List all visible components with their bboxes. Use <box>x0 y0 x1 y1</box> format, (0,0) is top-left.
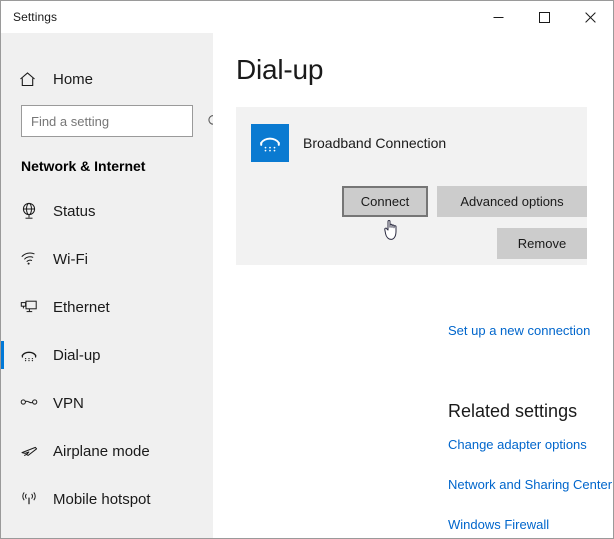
maximize-icon <box>539 12 550 23</box>
title-bar: Settings <box>1 1 613 33</box>
remove-button[interactable]: Remove <box>497 228 587 259</box>
sidebar-item-vpn[interactable]: VPN <box>1 379 213 427</box>
sidebar: Home Network & Internet <box>1 33 213 538</box>
maximize-button[interactable] <box>521 1 567 33</box>
window-title: Settings <box>13 10 57 24</box>
ethernet-icon <box>7 297 51 317</box>
sidebar-item-wifi[interactable]: Wi-Fi <box>1 235 213 283</box>
window-controls <box>475 1 613 33</box>
sidebar-item-mobile-hotspot-label: Mobile hotspot <box>53 491 151 508</box>
minimize-icon <box>493 12 504 23</box>
sidebar-item-ethernet-label: Ethernet <box>53 299 110 316</box>
dialup-phone-icon <box>251 124 289 162</box>
connect-button[interactable]: Connect <box>342 186 428 217</box>
windows-firewall-link[interactable]: Windows Firewall <box>448 517 549 532</box>
connection-card[interactable]: Broadband Connection Connect Advanced op… <box>236 107 587 265</box>
dialup-phone-icon <box>7 345 51 365</box>
network-and-sharing-center-link[interactable]: Network and Sharing Center <box>448 477 612 492</box>
home-icon <box>5 70 49 89</box>
connection-name: Broadband Connection <box>303 135 446 151</box>
content-pane: Dial-up Broadband Connection C <box>213 33 613 538</box>
sidebar-item-airplane-mode-label: Airplane mode <box>53 443 150 460</box>
sidebar-nav: Status Wi-Fi <box>1 187 213 523</box>
wifi-icon <box>7 249 51 269</box>
setup-new-connection-link[interactable]: Set up a new connection <box>448 323 590 338</box>
sidebar-category-title: Network & Internet <box>21 158 145 174</box>
sidebar-item-home[interactable]: Home <box>1 59 213 99</box>
selection-indicator <box>1 341 4 369</box>
search-box[interactable] <box>21 105 193 137</box>
related-settings-title: Related settings <box>448 401 577 422</box>
sidebar-item-status-label: Status <box>53 203 96 220</box>
search-input[interactable] <box>31 114 207 129</box>
sidebar-item-airplane-mode[interactable]: Airplane mode <box>1 427 213 475</box>
change-adapter-options-link[interactable]: Change adapter options <box>448 437 587 452</box>
sidebar-item-home-label: Home <box>53 71 93 88</box>
settings-window: Settings <box>0 0 614 539</box>
sidebar-item-ethernet[interactable]: Ethernet <box>1 283 213 331</box>
advanced-options-button[interactable]: Advanced options <box>437 186 587 217</box>
close-icon <box>585 12 596 23</box>
sidebar-item-dial-up[interactable]: Dial-up <box>1 331 213 379</box>
vpn-icon <box>7 393 51 413</box>
sidebar-item-status[interactable]: Status <box>1 187 213 235</box>
sidebar-item-mobile-hotspot[interactable]: Mobile hotspot <box>1 475 213 523</box>
globe-status-icon <box>7 201 51 221</box>
sidebar-item-dial-up-label: Dial-up <box>53 347 101 364</box>
minimize-button[interactable] <box>475 1 521 33</box>
airplane-icon <box>7 441 51 461</box>
close-button[interactable] <box>567 1 613 33</box>
hotspot-icon <box>7 489 51 509</box>
sidebar-item-wifi-label: Wi-Fi <box>53 251 88 268</box>
search-box-container <box>21 105 193 137</box>
page-title: Dial-up <box>236 54 323 86</box>
sidebar-item-vpn-label: VPN <box>53 395 84 412</box>
connection-header: Broadband Connection <box>251 124 446 162</box>
